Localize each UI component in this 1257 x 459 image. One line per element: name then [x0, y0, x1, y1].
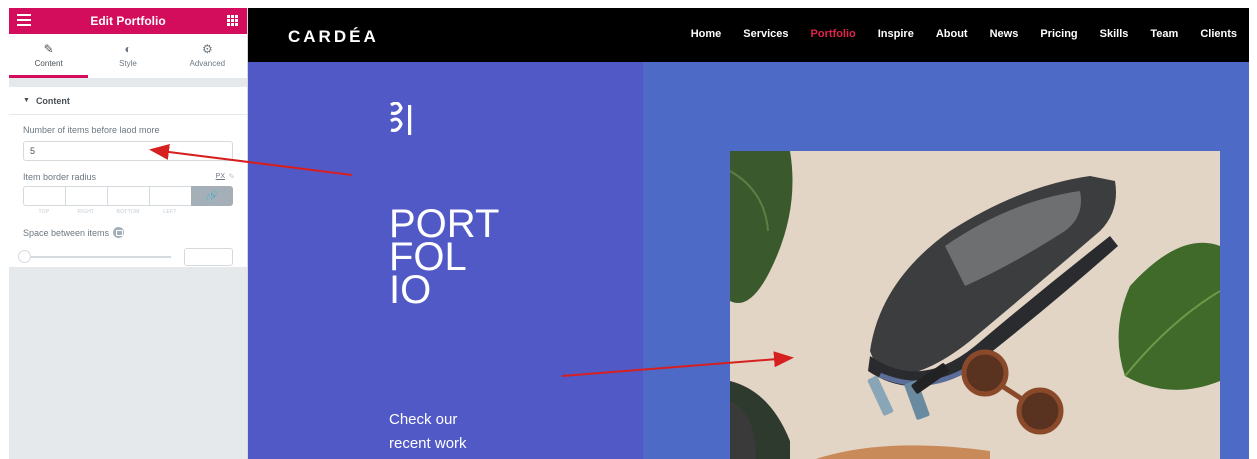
tab-content[interactable]: ✎ Content [9, 34, 89, 78]
section-number-graphic [390, 102, 412, 135]
radius-label: Item border radius [23, 172, 97, 182]
panel-tabs: ✎ Content ◐ Style ⚙ Advanced [9, 34, 247, 79]
dimension-labels: TOP RIGHT BOTTOM LEFT [23, 209, 191, 215]
tab-style[interactable]: ◐ Style [88, 34, 167, 78]
dim-label-top: TOP [38, 209, 50, 215]
site-preview: CARDÉA Home Services Portfolio Inspire A… [248, 8, 1249, 459]
space-slider-handle[interactable] [18, 250, 31, 263]
nav-about[interactable]: About [936, 28, 968, 40]
hero-subtitle: Check our recent work [389, 408, 467, 456]
nav-clients[interactable]: Clients [1200, 28, 1237, 40]
radius-top-input[interactable] [23, 186, 65, 206]
nav-team[interactable]: Team [1150, 28, 1178, 40]
portfolio-photo[interactable] [730, 151, 1220, 459]
space-input[interactable] [184, 248, 233, 266]
items-input[interactable] [23, 141, 233, 161]
radius-bottom-input[interactable] [107, 186, 149, 206]
dim-label-bottom: BOTTOM [116, 209, 140, 215]
dim-label-right: RIGHT [77, 209, 95, 215]
nav-inspire[interactable]: Inspire [878, 28, 914, 40]
sunglasses-lens [961, 349, 1009, 397]
tab-advanced[interactable]: ⚙ Advanced [168, 34, 247, 78]
hero-subtitle-line: recent work [389, 435, 467, 452]
hero-subtitle-line: Check our [389, 411, 458, 428]
space-label-row: Space between items [23, 227, 125, 238]
edit-units-icon[interactable]: ✎ [228, 172, 235, 181]
radius-right-input[interactable] [65, 186, 107, 206]
gear-icon: ⚙ [201, 42, 213, 56]
hero-title: PORT FOL IO [389, 204, 499, 310]
site-header: CARDÉA Home Services Portfolio Inspire A… [248, 8, 1249, 62]
controls-area: Number of items before laod more Item bo… [9, 115, 247, 267]
main-nav: Home Services Portfolio Inspire About Ne… [691, 28, 1249, 40]
nav-portfolio[interactable]: Portfolio [811, 28, 856, 40]
link-values-button[interactable]: 🔗 [191, 186, 233, 206]
radius-left-input[interactable] [149, 186, 191, 206]
panel-header: Edit Portfolio [9, 8, 247, 34]
items-label: Number of items before laod more [23, 125, 160, 135]
radius-dimensions: 🔗 [23, 186, 233, 206]
tab-style-label: Style [119, 59, 137, 68]
widgets-grid-icon[interactable] [227, 15, 238, 26]
nav-home[interactable]: Home [691, 28, 722, 40]
nav-skills[interactable]: Skills [1100, 28, 1129, 40]
editor-panel: Edit Portfolio ✎ Content ◐ Style ⚙ Advan… [9, 8, 248, 459]
tab-advanced-label: Advanced [189, 59, 226, 68]
nav-services[interactable]: Services [743, 28, 788, 40]
nav-pricing[interactable]: Pricing [1040, 28, 1077, 40]
pencil-icon: ✎ [43, 42, 54, 56]
dim-label-left: LEFT [163, 209, 177, 215]
tab-content-label: Content [34, 59, 63, 68]
section-title: Content [35, 95, 70, 106]
section-toggle-content[interactable]: ▼ Content [9, 87, 247, 115]
link-icon: 🔗 [205, 190, 219, 202]
sunglasses-lens [1016, 387, 1064, 435]
nav-news[interactable]: News [990, 28, 1019, 40]
contrast-icon: ◐ [124, 42, 132, 56]
space-label: Space between items [23, 227, 110, 238]
responsive-device-icon[interactable] [113, 227, 125, 238]
panel-title: Edit Portfolio [90, 14, 166, 28]
site-logo[interactable]: CARDÉA [288, 27, 379, 47]
unit-px[interactable]: PX [216, 173, 225, 180]
caret-down-icon: ▼ [23, 97, 30, 104]
space-slider-track[interactable] [29, 256, 171, 258]
